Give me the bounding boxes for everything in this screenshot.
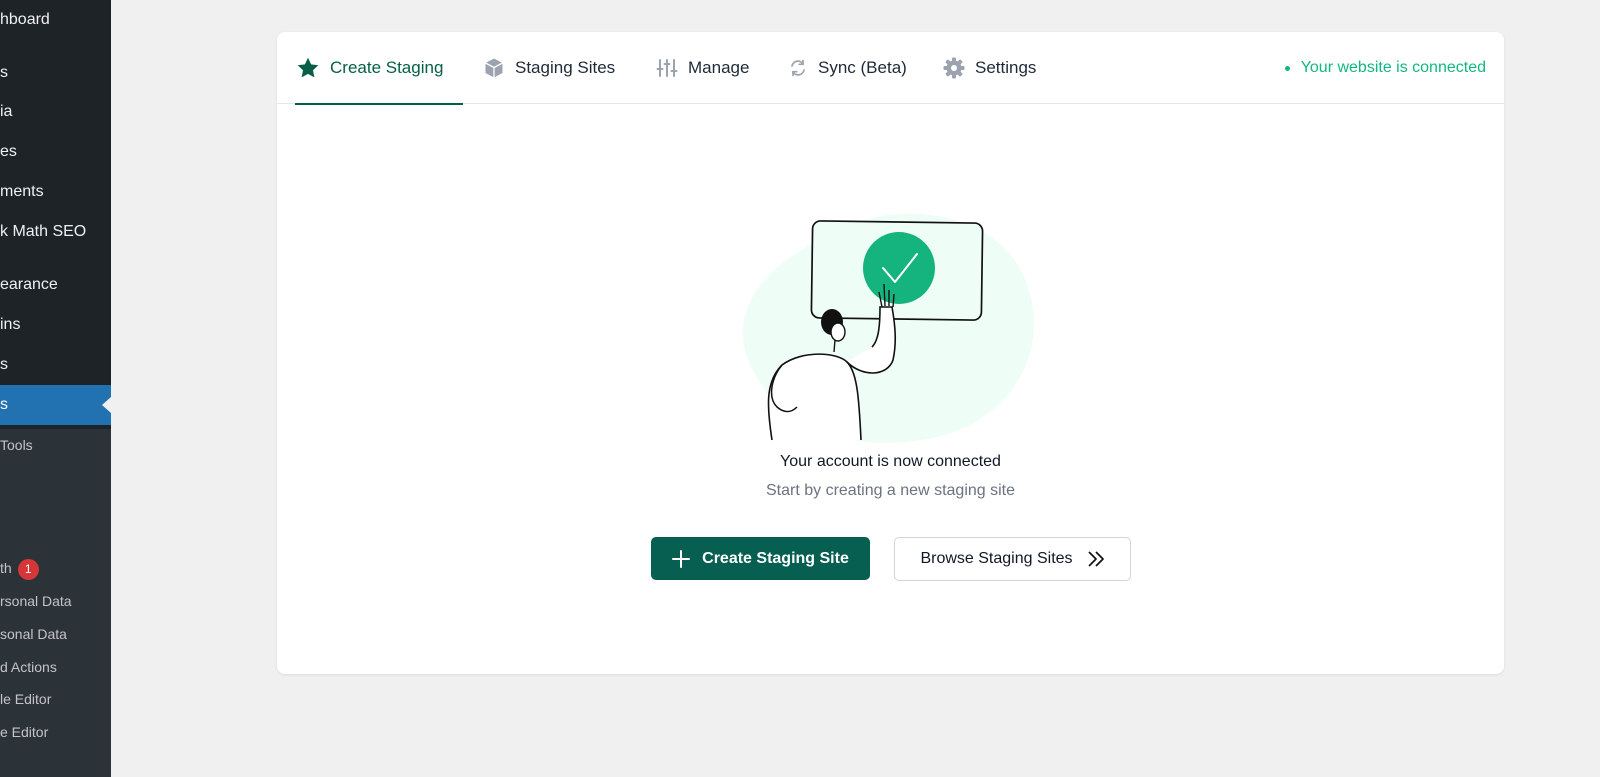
sidebar-item-plugins[interactable]: ins: [0, 305, 111, 345]
submenu-item-label: le Editor: [0, 691, 52, 707]
sidebar-item-dashboard[interactable]: hboard: [0, 0, 111, 40]
status-text: Your website is connected: [1300, 59, 1486, 76]
sidebar-item-label: ins: [0, 316, 21, 333]
submenu-item-export-personal-data[interactable]: rsonal Data: [0, 586, 111, 616]
sidebar-item-label: ia: [0, 103, 13, 120]
tab-label: Create Staging: [330, 58, 444, 77]
tab-staging-sites[interactable]: Staging Sites: [483, 32, 615, 104]
sidebar-item-label: s: [0, 356, 8, 373]
tab-label: Staging Sites: [515, 58, 616, 77]
tab-label: Manage: [688, 58, 750, 77]
tab-bar: Create Staging Staging Sites Manage Sync…: [277, 32, 1504, 105]
plus-icon: [672, 549, 691, 568]
sidebar-item-rank-math[interactable]: k Math SEO: [0, 212, 111, 252]
sidebar-submenu: Tools th 1 rsonal Data sonal Data d Actio…: [0, 429, 111, 777]
cube-icon: [485, 58, 503, 78]
status-dot-icon: [1284, 65, 1290, 71]
sidebar-item-comments[interactable]: ments: [0, 172, 111, 212]
tab-settings[interactable]: Settings: [943, 32, 1036, 104]
sidebar-item-posts[interactable]: s: [0, 53, 111, 93]
browse-staging-sites-button[interactable]: Browse Staging Sites: [894, 537, 1131, 581]
submenu-item-label: th: [0, 560, 12, 576]
connected-subtitle: Start by creating a new staging site: [765, 482, 1016, 499]
sidebar-item-label: hboard: [0, 11, 50, 28]
sidebar-item-appearance[interactable]: earance: [0, 265, 111, 305]
double-chevron-right-icon: [1087, 551, 1104, 567]
submenu-item-available-tools[interactable]: Tools: [0, 430, 111, 460]
submenu-item-erase-personal-data[interactable]: sonal Data: [0, 619, 111, 649]
submenu-item-site-health[interactable]: th 1: [0, 553, 111, 583]
gear-icon: [943, 57, 965, 79]
submenu-item-label: e Editor: [0, 724, 49, 740]
create-staging-site-button[interactable]: Create Staging Site: [651, 537, 870, 580]
sync-icon: [791, 59, 805, 77]
sidebar-item-label: s: [0, 396, 8, 413]
sidebar-item-label: earance: [0, 276, 58, 293]
admin-sidebar: hboard s ia es ments k Math SEO earance …: [0, 0, 111, 777]
submenu-item-scheduled-actions[interactable]: d Actions: [0, 652, 111, 682]
sidebar-item-users[interactable]: s: [0, 345, 111, 385]
sidebar-item-pages[interactable]: es: [0, 132, 111, 172]
star-icon: [297, 57, 319, 78]
submenu-item-label: sonal Data: [0, 626, 67, 642]
tab-sync-beta[interactable]: Sync (Beta): [788, 32, 907, 104]
tab-label: Settings: [975, 58, 1037, 77]
tab-manage[interactable]: Manage: [656, 32, 749, 104]
button-label: Create Staging Site: [702, 549, 849, 567]
sidebar-item-tools[interactable]: s: [0, 385, 111, 425]
staging-card: Create Staging Staging Sites Manage Sync…: [277, 32, 1504, 674]
tab-create-staging[interactable]: Create Staging: [295, 32, 463, 105]
submenu-item-theme-file-editor[interactable]: le Editor: [0, 684, 111, 714]
notification-badge: 1: [17, 558, 39, 580]
submenu-item-label: rsonal Data: [0, 593, 72, 609]
sidebar-item-label: k Math SEO: [0, 223, 87, 240]
tab-label: Sync (Beta): [818, 58, 907, 77]
sidebar-item-label: es: [0, 143, 17, 160]
submenu-item-plugin-file-editor[interactable]: e Editor: [0, 717, 111, 747]
connected-illustration: [743, 213, 1035, 443]
submenu-item-label: Tools: [0, 437, 33, 453]
sidebar-item-label: ments: [0, 183, 44, 200]
submenu-item-label: d Actions: [0, 659, 57, 675]
sidebar-item-media[interactable]: ia: [0, 92, 111, 132]
button-label: Browse Staging Sites: [920, 550, 1073, 567]
connection-status: Your website is connected: [1284, 32, 1486, 104]
sidebar-item-label: s: [0, 64, 8, 81]
sliders-icon: [656, 59, 678, 77]
connected-title: Your account is now connected: [780, 453, 1001, 470]
